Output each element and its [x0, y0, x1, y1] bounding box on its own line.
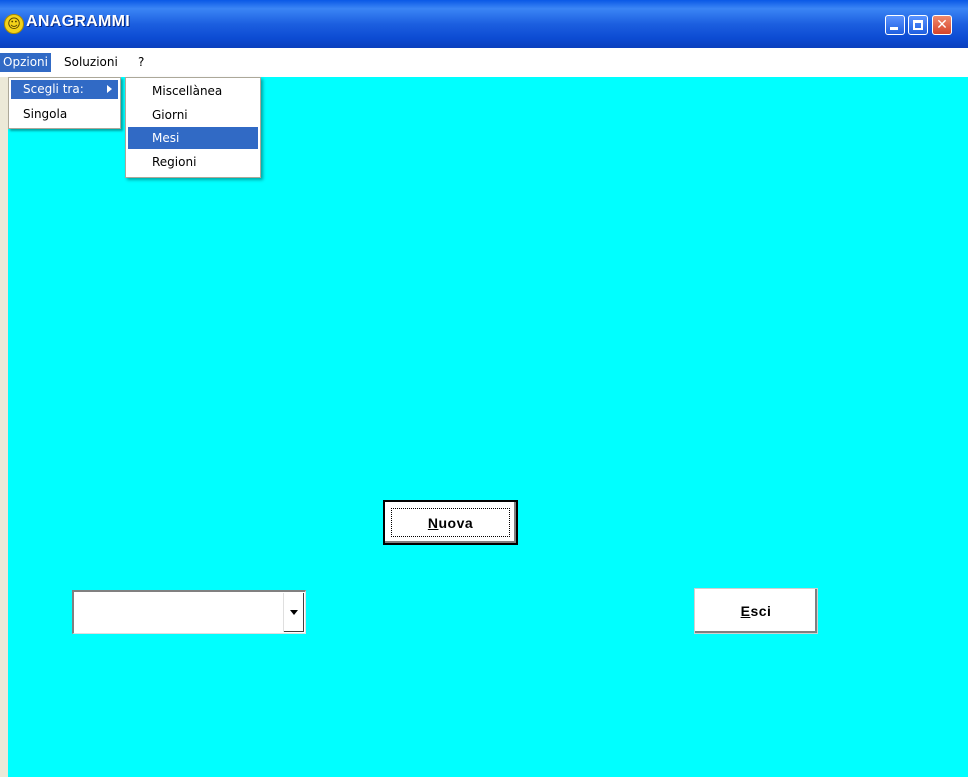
window-title: ANAGRAMMI — [26, 13, 131, 30]
submenu-item-mesi[interactable]: Mesi — [128, 127, 258, 149]
close-button[interactable]: ✕ — [932, 15, 952, 35]
chevron-down-icon — [290, 610, 298, 615]
submenu-item-regioni[interactable]: Regioni — [128, 151, 258, 173]
submenu-item-miscellanea[interactable]: Miscellànea — [128, 80, 258, 102]
menu-help[interactable]: ? — [135, 53, 147, 72]
app-window: ☺ ANAGRAMMI ✕ Opzioni Soluzioni ? Scegli… — [0, 0, 968, 777]
client-area — [8, 77, 968, 777]
esci-mnemonic: E — [740, 603, 751, 619]
menu-bar: Opzioni Soluzioni ? — [0, 48, 968, 77]
menu-item-singola[interactable]: Singola — [11, 105, 118, 124]
nuova-button-label: Nuova — [385, 502, 516, 543]
submenu-arrow-icon — [107, 85, 112, 93]
maximize-icon — [913, 20, 923, 30]
word-combobox[interactable] — [72, 590, 306, 634]
maximize-button[interactable] — [908, 15, 928, 35]
window-left-border — [0, 77, 8, 777]
esci-button-label: Esci — [695, 589, 817, 633]
scegli-submenu: Miscellànea Giorni Mesi Regioni — [125, 77, 261, 178]
opzioni-dropdown: Scegli tra: Singola — [8, 77, 121, 129]
minimize-button[interactable] — [885, 15, 905, 35]
esci-label-rest: sci — [750, 603, 772, 619]
minimize-icon — [890, 27, 898, 30]
menu-item-label: Singola — [23, 107, 68, 121]
nuova-label-rest: uova — [438, 514, 474, 531]
menu-soluzioni[interactable]: Soluzioni — [61, 53, 121, 72]
nuova-button[interactable]: Nuova — [383, 500, 518, 545]
menu-opzioni[interactable]: Opzioni — [0, 53, 51, 72]
smiley-icon: ☺ — [4, 14, 24, 34]
title-bar[interactable]: ☺ ANAGRAMMI ✕ — [0, 0, 968, 48]
menu-item-label: Scegli tra: — [23, 82, 84, 96]
esci-button[interactable]: Esci — [694, 588, 818, 634]
menu-item-scegli-tra[interactable]: Scegli tra: — [11, 80, 118, 99]
close-icon: ✕ — [936, 17, 948, 33]
combobox-dropdown-button[interactable] — [283, 593, 304, 632]
nuova-mnemonic: N — [427, 514, 439, 531]
submenu-item-giorni[interactable]: Giorni — [128, 104, 258, 126]
